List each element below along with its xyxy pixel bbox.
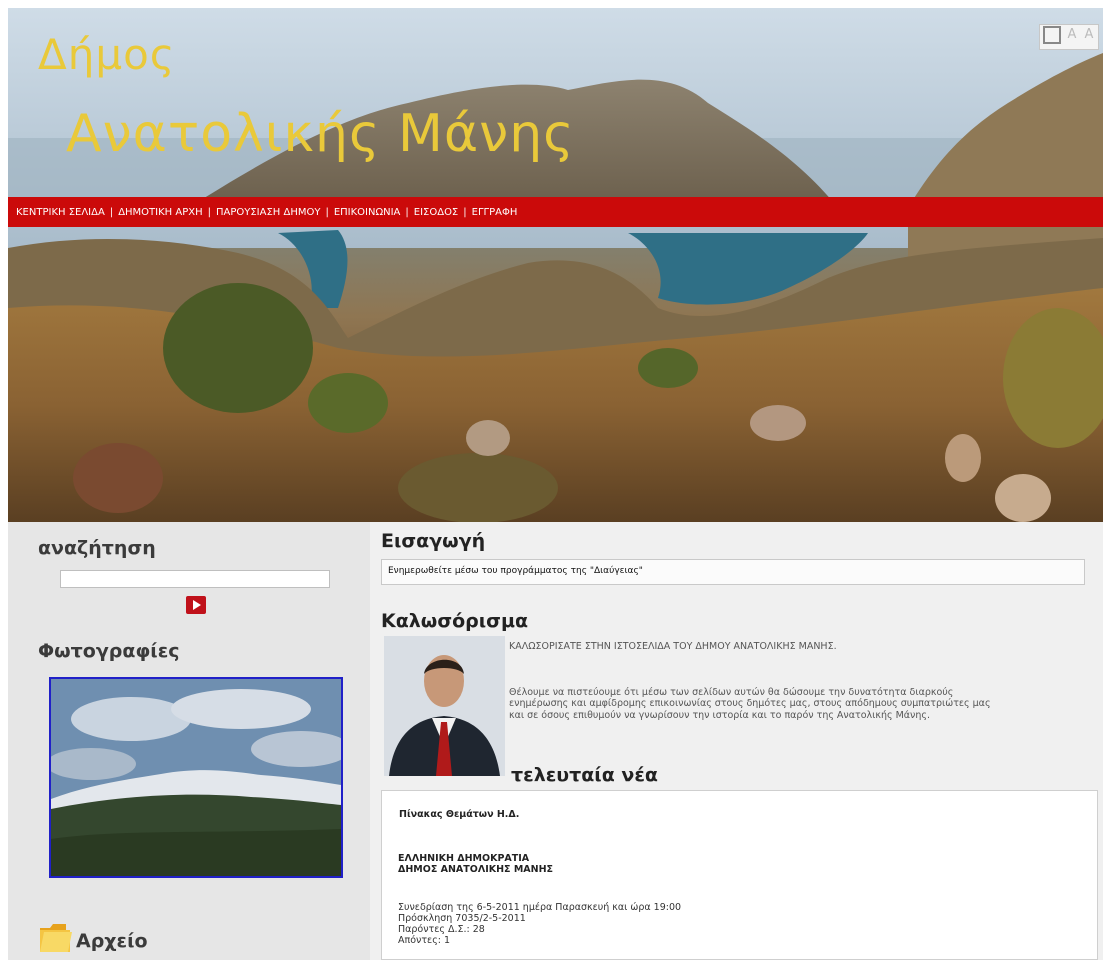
mountain-photo (51, 679, 341, 876)
search-heading: αναζήτηση (38, 537, 156, 559)
intro-link[interactable]: Ενημερωθείτε μέσω του προγράμματος της "… (388, 566, 643, 576)
text-size-reset-button[interactable] (1043, 26, 1061, 44)
news-line: Απόντες: 1 (398, 935, 451, 946)
news-title[interactable]: Πίνακας Θεμάτων Η.Δ. (399, 809, 519, 820)
nav-contact[interactable]: ΕΠΙΚΟΙΝΩΝΙΑ (334, 207, 401, 218)
welcome-greeting: ΚΑΛΩΣΟΡΙΣΑΤΕ ΣΤΗΝ ΙΣΤΟΣΕΛΙΔΑ ΤΟΥ ΔΗΜΟΥ Α… (509, 641, 837, 652)
landscape-photo (8, 8, 1103, 522)
intro-box: Ενημερωθείτε μέσω του προγράμματος της "… (381, 559, 1085, 585)
photos-heading: Φωτογραφίες (38, 640, 180, 662)
mayor-photo (384, 636, 505, 776)
text-size-decrease-button[interactable]: A (1081, 26, 1097, 44)
nav-login[interactable]: ΕΙΣΟΔΟΣ (414, 207, 459, 218)
news-org-line2: ΔΗΜΟΣ ΑΝΑΤΟΛΙΚΗΣ ΜΑΝΗΣ (398, 864, 554, 875)
header-banner: Δήμος Ανατολικής Μάνης A A (8, 8, 1103, 522)
welcome-paragraph-line1: Θέλουμε να πιστεύουμε ότι μέσω των σελίδ… (509, 687, 954, 698)
nav-separator: | (463, 206, 467, 218)
search-submit-button[interactable] (186, 596, 206, 614)
nav-register[interactable]: ΕΓΓΡΑΦΗ (472, 207, 518, 218)
photo-gallery-image[interactable] (49, 677, 343, 878)
news-line: Συνεδρίαση της 6-5-2011 ημέρα Παρασκευή … (398, 902, 682, 913)
folder-icon (38, 920, 74, 954)
archive-heading[interactable]: Αρχείο (76, 930, 148, 952)
site-logo-line1: Δήμος (38, 30, 176, 79)
welcome-paragraph-line3: και σε όσους επιθυμούν να γνωρίσουν την … (509, 710, 930, 721)
nav-separator: | (325, 206, 329, 218)
site-logo-line2: Ανατολικής Μάνης (66, 104, 575, 164)
intro-heading: Εισαγωγή (381, 530, 486, 552)
news-org-line1: ΕΛΛΗΝΙΚΗ ΔΗΜΟΚΡΑΤΙΑ (398, 853, 530, 864)
nav-separator: | (405, 206, 409, 218)
main-navigation: ΚΕΝΤΡΙΚΗ ΣΕΛΙΔΑ | ΔΗΜΟΤΙΚΗ ΑΡΧΗ | ΠΑΡΟΥΣ… (8, 197, 1103, 227)
nav-separator: | (207, 206, 211, 218)
search-input[interactable] (60, 570, 330, 588)
nav-municipality-presentation[interactable]: ΠΑΡΟΥΣΙΑΣΗ ΔΗΜΟΥ (216, 207, 320, 218)
nav-municipal-authority[interactable]: ΔΗΜΟΤΙΚΗ ΑΡΧΗ (118, 207, 202, 218)
news-line: Παρόντες Δ.Σ.: 28 (398, 924, 485, 935)
welcome-heading: Καλωσόρισμα (381, 610, 528, 632)
nav-home[interactable]: ΚΕΝΤΡΙΚΗ ΣΕΛΙΔΑ (16, 207, 105, 218)
welcome-paragraph-line2: ενημέρωσης και αμφίδρομης επικοινωνίας σ… (509, 698, 991, 709)
news-line: Πρόσκληση 7035/2-5-2011 (398, 913, 526, 924)
news-panel: Πίνακας Θεμάτων Η.Δ. ΕΛΛΗΝΙΚΗ ΔΗΜΟΚΡΑΤΙΑ… (381, 790, 1098, 960)
text-size-increase-button[interactable]: A (1064, 26, 1080, 44)
news-heading: τελευταία νέα (511, 764, 658, 786)
text-size-tools: A A (1039, 24, 1099, 50)
nav-separator: | (109, 206, 114, 218)
